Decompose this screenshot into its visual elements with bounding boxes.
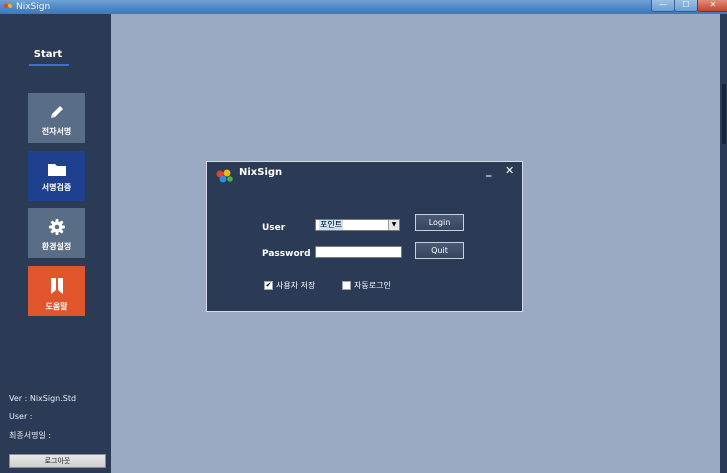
checkbox-unchecked-icon[interactable] <box>342 281 351 290</box>
gear-icon <box>48 219 65 235</box>
login-dialog: NixSign _ ✕ User 포인트 ▼ Password Login Qu… <box>206 161 523 312</box>
tile-label: 서명검증 <box>41 183 72 192</box>
dialog-close-button[interactable]: ✕ <box>505 164 514 177</box>
tile-help[interactable]: 도움말 <box>28 266 85 316</box>
quit-button[interactable]: Quit <box>415 242 464 259</box>
scrollbar-thumb[interactable] <box>722 84 726 144</box>
password-label: Password <box>262 249 311 259</box>
password-input[interactable] <box>315 246 402 258</box>
save-user-label: 사용자 저장 <box>276 281 316 290</box>
tile-label: 도움말 <box>45 302 68 311</box>
user-label: User <box>262 223 286 233</box>
version-info: Ver : NixSign.Std <box>9 394 77 403</box>
pencil-icon <box>50 106 63 118</box>
right-edge <box>720 14 727 473</box>
logout-button[interactable]: 로그아웃 <box>9 454 106 468</box>
login-button[interactable]: Login <box>415 214 464 231</box>
auto-login-checkbox[interactable]: 자동로그인 <box>342 280 391 291</box>
dialog-minimize-button[interactable]: _ <box>486 164 492 177</box>
nixsign-logo-icon <box>216 169 233 183</box>
window-minimize-button[interactable]: — <box>651 0 675 12</box>
start-label: Start <box>33 49 63 60</box>
book-icon <box>50 278 63 294</box>
tile-signature-verify[interactable]: 서명검증 <box>28 151 85 201</box>
last-signed-info: 최종서명일 : <box>9 431 52 440</box>
app-logo-icon <box>3 3 13 12</box>
sidebar: Start 전자서명 서명검증 환경설정 도움말 Ver: NixSign.S… <box>0 14 111 473</box>
user-info: User : <box>9 412 33 421</box>
tile-label: 전자서명 <box>41 127 72 136</box>
window-maximize-button[interactable]: ☐ <box>674 0 698 12</box>
start-underline <box>29 64 69 66</box>
checkbox-checked-icon[interactable]: ✔ <box>264 281 273 290</box>
folder-icon <box>47 164 66 176</box>
tile-e-signature[interactable]: 전자서명 <box>28 93 85 143</box>
chevron-down-icon[interactable]: ▼ <box>388 220 399 230</box>
user-select-value: 포인트 <box>319 220 344 230</box>
window-close-button[interactable]: ✕ <box>697 0 727 12</box>
tile-label: 환경설정 <box>41 242 72 251</box>
user-select[interactable]: 포인트 ▼ <box>315 219 400 231</box>
window-title: NixSign <box>16 2 51 12</box>
save-user-checkbox[interactable]: ✔ 사용자 저장 <box>264 280 315 291</box>
window-titlebar: NixSign — ☐ ✕ <box>0 0 727 14</box>
dialog-title: NixSign <box>239 167 283 178</box>
auto-login-label: 자동로그인 <box>354 281 391 290</box>
tile-settings[interactable]: 환경설정 <box>28 208 85 258</box>
